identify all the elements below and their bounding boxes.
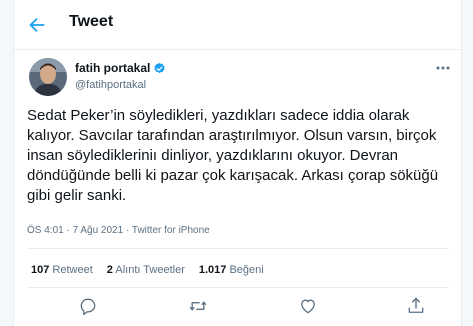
tweet-header: Tweet: [14, 0, 461, 50]
verified-badge-icon: [154, 62, 166, 73]
retweet-label: Retweet: [52, 264, 93, 276]
tweet-text: Sedat Peker’in söyledikleri, yazdıkları …: [27, 107, 439, 204]
like-stat[interactable]: 1.017 Beğeni: [199, 264, 264, 276]
retweet-count: 107: [31, 264, 50, 276]
like-icon[interactable]: [298, 296, 318, 316]
more-options-icon[interactable]: [436, 66, 450, 70]
quote-count: 2: [106, 264, 113, 276]
action-bar: [14, 296, 461, 320]
author-handle[interactable]: @fatihportakal: [75, 79, 146, 91]
quote-label: Alıntı Tweetler: [115, 264, 185, 276]
reply-icon[interactable]: [78, 296, 98, 316]
like-count: 1.017: [198, 264, 227, 276]
quote-stat[interactable]: 2 Alıntı Tweetler: [107, 264, 185, 276]
divider: [27, 287, 449, 288]
divider: [27, 248, 449, 249]
like-label: Beğeni: [229, 264, 264, 276]
author-name[interactable]: fatih portakal: [75, 61, 150, 75]
page-title: Tweet: [69, 13, 114, 30]
share-icon[interactable]: [406, 296, 426, 316]
retweet-stat[interactable]: 107 Retweet: [31, 264, 93, 276]
tweet-column: Tweet fatih portakal @fatihportakal Seda…: [13, 0, 462, 326]
tweet-stats: 107 Retweet 2 Alıntı Tweetler 1.017 Beğe…: [31, 264, 278, 276]
avatar[interactable]: [29, 58, 67, 96]
back-arrow-icon[interactable]: [26, 14, 48, 36]
author-name-line[interactable]: fatih portakal: [75, 61, 166, 75]
tweet-meta[interactable]: ÖS 4:01 · 7 Ağu 2021 · Twitter for iPhon…: [27, 225, 210, 236]
retweet-icon[interactable]: [188, 296, 208, 316]
